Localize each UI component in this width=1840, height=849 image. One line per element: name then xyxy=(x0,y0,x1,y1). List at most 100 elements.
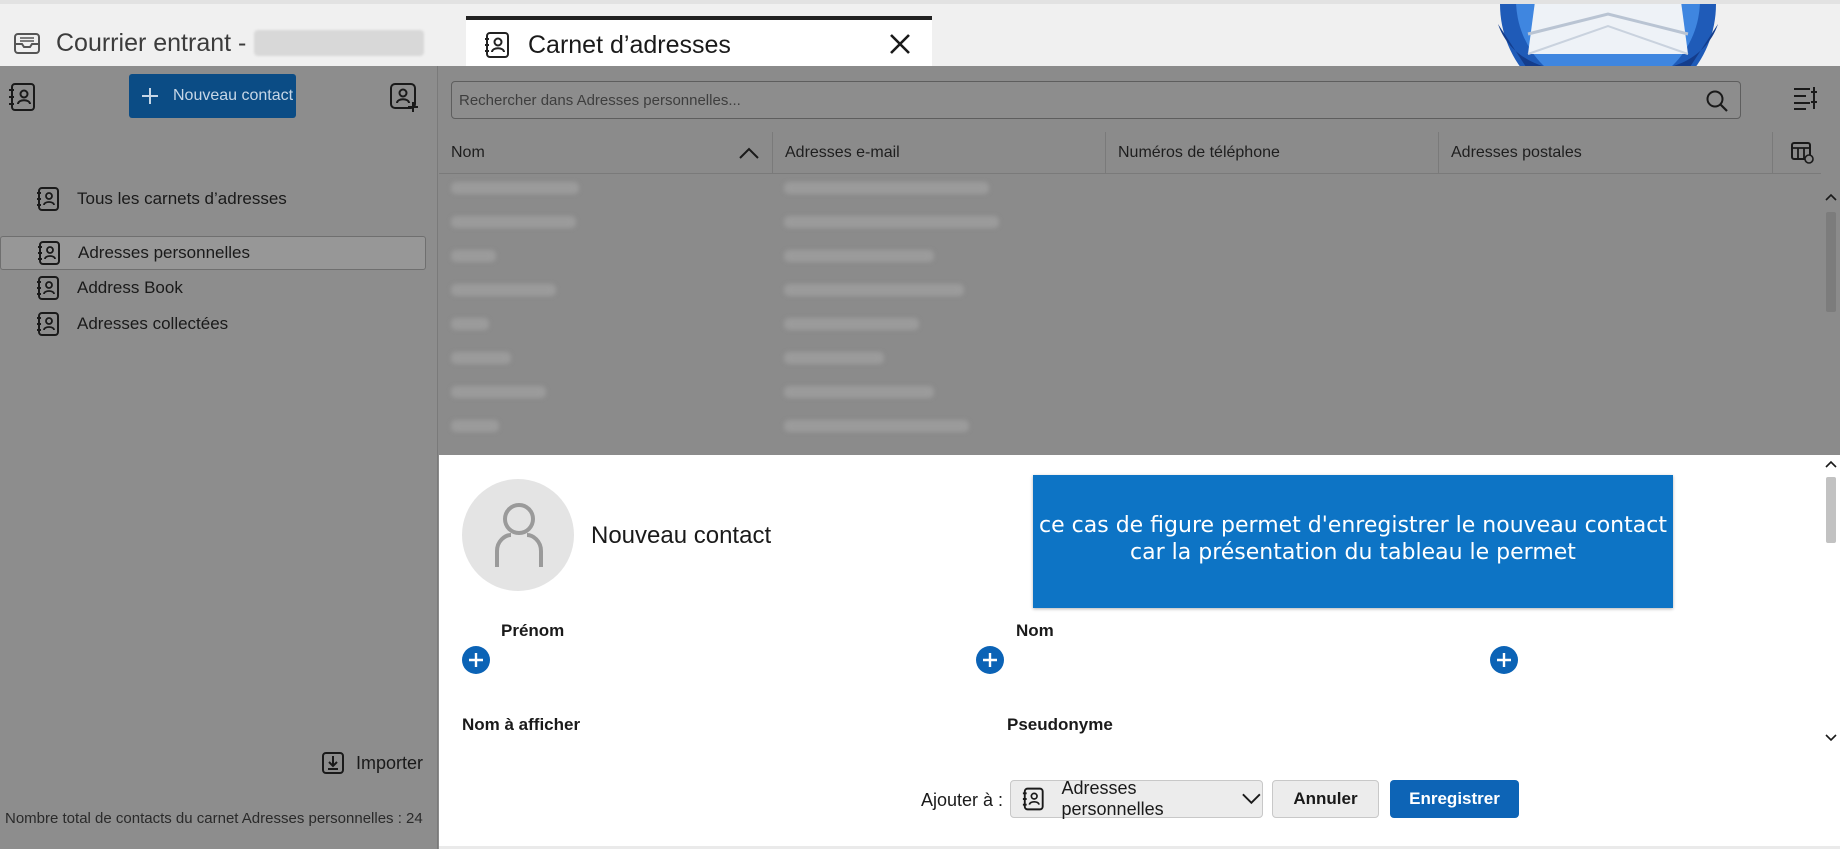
column-label: Adresses e-mail xyxy=(785,144,900,161)
redacted-name xyxy=(451,352,511,364)
list-options-icon[interactable] xyxy=(1790,83,1820,113)
contact-count-status: Nombre total de contacts du carnet Adres… xyxy=(5,810,423,827)
redacted-email xyxy=(784,284,964,296)
redacted-email xyxy=(784,216,999,228)
redacted-name xyxy=(451,386,546,398)
column-postal[interactable]: Adresses postales xyxy=(1439,132,1773,174)
redacted-email xyxy=(784,386,934,398)
new-contact-button[interactable]: Nouveau contact xyxy=(129,74,296,118)
table-row[interactable] xyxy=(439,208,1821,236)
scroll-down-icon[interactable] xyxy=(1825,733,1837,743)
last-name-label: Nom xyxy=(1016,621,1054,640)
table-header: Nom Adresses e-mail Numéros de téléphone… xyxy=(439,132,1821,174)
sidebar-item-label: Adresses collectées xyxy=(77,314,229,333)
address-book-icon xyxy=(37,276,59,300)
table-row[interactable] xyxy=(439,276,1821,304)
sidebar-item-collected-addresses[interactable]: Adresses collectées xyxy=(0,307,426,341)
new-contact-label: Nouveau contact xyxy=(173,87,294,104)
column-label: Nom xyxy=(451,144,485,161)
column-email[interactable]: Adresses e-mail xyxy=(773,132,1106,174)
table-row[interactable] xyxy=(439,412,1821,440)
redacted-email xyxy=(784,182,989,194)
cancel-button[interactable]: Annuler xyxy=(1272,780,1379,818)
redacted-email xyxy=(784,318,919,330)
callout-line: car la présentation du tableau le permet xyxy=(1130,540,1576,565)
scroll-up-icon[interactable] xyxy=(1825,192,1837,202)
scrollbar-thumb[interactable] xyxy=(1826,212,1836,312)
sidebar-item-label: Address Book xyxy=(77,278,183,297)
sort-ascending-icon xyxy=(739,147,759,159)
redacted-name xyxy=(451,420,499,432)
redacted-email xyxy=(784,250,934,262)
display-name-label: Nom à afficher xyxy=(462,715,581,734)
import-label: Importer xyxy=(356,752,424,773)
redacted-name xyxy=(451,182,579,194)
editor-title: Nouveau contact xyxy=(591,522,772,549)
column-name[interactable]: Nom xyxy=(439,132,773,174)
annotation-callout: ce cas de figure permet d'enregistrer le… xyxy=(1033,475,1673,608)
search-placeholder: Rechercher dans Adresses personnelles... xyxy=(459,92,741,109)
scrollbar-thumb[interactable] xyxy=(1826,477,1836,543)
column-picker-icon[interactable] xyxy=(1789,139,1815,165)
search-icon xyxy=(1706,90,1728,112)
thunderbird-logo xyxy=(1498,4,1718,70)
address-book-sidebar: Nouveau contact Tous les carnets d’adres… xyxy=(0,66,438,849)
import-button[interactable]: Importer xyxy=(320,750,423,776)
redacted-name xyxy=(451,318,489,330)
plus-icon xyxy=(469,653,483,667)
thunderbird-window: Courrier entrant - Carnet d’adresses Nou… xyxy=(0,0,1840,849)
sidebar-item-label: Adresses personnelles xyxy=(78,243,250,262)
address-book-select[interactable]: Adresses personnelles xyxy=(1010,778,1263,819)
table-row[interactable] xyxy=(439,242,1821,270)
sidebar-item-label: Tous les carnets d’adresses xyxy=(77,189,287,208)
editor-scrollbar[interactable] xyxy=(1822,455,1840,755)
address-book-icon xyxy=(37,187,59,211)
close-tab-icon[interactable] xyxy=(886,30,914,58)
avatar[interactable] xyxy=(462,479,574,591)
address-book-icon xyxy=(1022,787,1044,811)
add-middle-name-button[interactable] xyxy=(976,646,1004,674)
callout-line: ce cas de figure permet d'enregistrer le… xyxy=(1039,513,1667,538)
contacts-list xyxy=(439,174,1821,454)
address-book-select-value: Adresses personnelles xyxy=(1061,778,1164,819)
new-list-icon[interactable] xyxy=(387,80,421,114)
plus-icon xyxy=(983,653,997,667)
column-label: Numéros de téléphone xyxy=(1118,144,1280,161)
plus-icon xyxy=(1497,653,1511,667)
add-prefix-button[interactable] xyxy=(462,646,490,674)
chevron-down-icon xyxy=(1242,793,1261,805)
redacted-account-name xyxy=(254,30,425,56)
add-suffix-button[interactable] xyxy=(1490,646,1518,674)
sidebar-item-all-address-books[interactable]: Tous les carnets d’adresses xyxy=(0,182,426,216)
tab-address-book-label: Carnet d’adresses xyxy=(528,30,731,59)
table-row[interactable] xyxy=(439,378,1821,406)
table-row[interactable] xyxy=(439,310,1821,338)
person-icon xyxy=(495,503,543,567)
redacted-name xyxy=(451,250,496,262)
table-row[interactable] xyxy=(439,344,1821,372)
new-address-book-icon[interactable] xyxy=(6,80,40,114)
save-button[interactable]: Enregistrer xyxy=(1390,780,1519,818)
title-bar: Courrier entrant - Carnet d’adresses xyxy=(0,0,1840,70)
scroll-up-icon[interactable] xyxy=(1825,459,1837,469)
address-book-icon xyxy=(38,241,60,265)
search-input[interactable]: Rechercher dans Adresses personnelles... xyxy=(451,81,1741,119)
redacted-name xyxy=(451,284,556,296)
table-row[interactable] xyxy=(439,174,1821,202)
tab-inbox[interactable]: Courrier entrant - xyxy=(0,16,460,70)
sidebar-item-personal-addresses[interactable]: Adresses personnelles xyxy=(0,236,426,270)
nickname-label: Pseudonyme xyxy=(1007,715,1113,734)
redacted-name xyxy=(451,216,576,228)
inbox-icon xyxy=(14,33,40,54)
tab-inbox-label: Courrier entrant - xyxy=(56,28,247,57)
column-phone[interactable]: Numéros de téléphone xyxy=(1106,132,1439,174)
address-book-icon xyxy=(485,32,509,58)
first-name-label: Prénom xyxy=(501,621,565,640)
sidebar-item-address-book[interactable]: Address Book xyxy=(0,271,426,305)
add-to-label: Ajouter à : xyxy=(921,790,1004,810)
redacted-email xyxy=(784,352,884,364)
address-book-icon xyxy=(37,312,59,336)
column-label: Adresses postales xyxy=(1451,144,1582,161)
tab-address-book[interactable]: Carnet d’adresses xyxy=(466,16,932,70)
import-icon xyxy=(322,752,344,774)
